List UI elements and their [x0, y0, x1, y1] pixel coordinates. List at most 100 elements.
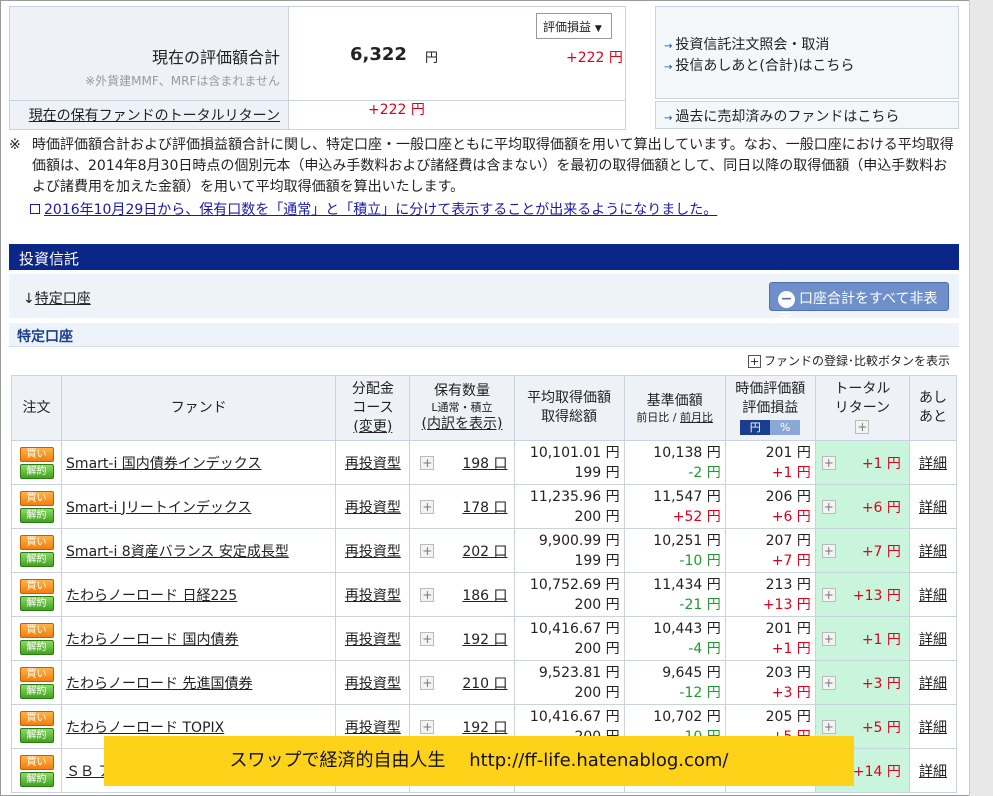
detail-link[interactable]: 詳細 — [919, 588, 947, 604]
course-change-link[interactable]: (変更) — [336, 418, 409, 437]
sell-button[interactable]: 解約 — [19, 551, 54, 567]
buy-button[interactable]: 買い — [19, 666, 54, 682]
valuation-summary: 現在の評価額合計 ※外貨建MMF、MRFは含まれません 6,322 円 評価損益… — [9, 6, 626, 130]
tokutei-account-link[interactable]: ↓特定口座 — [23, 288, 91, 308]
fund-name-link[interactable]: たわらノーロード 国内債券 — [66, 632, 238, 648]
fund-name-link[interactable]: Smart-i Jリートインデックス — [66, 500, 251, 516]
sold-funds-box: → 過去に売却済みのファンドはこちら — [655, 101, 959, 129]
total-return-cell: + +3 円 — [814, 660, 910, 705]
sell-button[interactable]: 解約 — [19, 595, 54, 611]
detail-link[interactable]: 詳細 — [919, 676, 947, 692]
expand-return-icon[interactable]: + — [821, 499, 836, 514]
table-row: 買い 解約 たわらノーロード 日経225 再投資型 +186 口 10,752.… — [10, 572, 958, 617]
display-change-link[interactable]: 2016年10月29日から、保有口数を「通常」と「積立」に分けて表示することが出… — [30, 199, 717, 219]
buy-button[interactable]: 買い — [19, 622, 54, 638]
valuation-type-select[interactable]: 評価損益 ▼ — [536, 13, 612, 39]
sell-button[interactable]: 解約 — [19, 683, 54, 699]
course-link[interactable]: 再投資型 — [345, 456, 401, 472]
fund-name-link[interactable]: たわらノーロード 日経225 — [66, 588, 237, 604]
expand-total-return-icon[interactable]: + — [855, 419, 870, 434]
course-link[interactable]: 再投資型 — [345, 632, 401, 648]
course-link[interactable]: 再投資型 — [345, 676, 401, 692]
course-link[interactable]: 再投資型 — [345, 544, 401, 560]
note-mark: ※ — [9, 137, 21, 153]
fund-compare-toggle[interactable]: + ファンドの登録･比較ボタンを表示 — [748, 352, 950, 369]
quantity-link[interactable]: 186 口 — [462, 585, 507, 605]
vertical-scrollbar[interactable] — [969, 0, 993, 796]
expand-return-icon[interactable]: + — [821, 719, 836, 734]
fund-name-link[interactable]: たわらノーロード 先進国債券 — [66, 676, 252, 692]
detail-link[interactable]: 詳細 — [919, 720, 947, 736]
note-text: 時価評価額合計および評価損益額合計に関し、特定口座・一般口座ともに平均取得価額を… — [32, 137, 954, 195]
hide-all-totals-button[interactable]: − 口座合計をすべて非表示 — [769, 282, 949, 327]
fund-name-link[interactable]: Smart-i 8資産バランス 安定成長型 — [66, 544, 289, 560]
total-return-label[interactable]: 現在の保有ファンドのトータルリターン — [29, 105, 280, 125]
total-return-cell: + +6 円 — [814, 484, 910, 529]
quantity-cell: +210 口 — [409, 660, 515, 705]
buy-button[interactable]: 買い — [19, 446, 54, 462]
quantity-link[interactable]: 178 口 — [462, 497, 507, 517]
unit-percent-tab[interactable]: % — [770, 419, 801, 435]
buy-button[interactable]: 買い — [19, 710, 54, 726]
watermark-banner: スワップで経済的自由人生 http://ff-life.hatenablog.c… — [104, 736, 854, 786]
sell-button[interactable]: 解約 — [19, 727, 54, 743]
holdings-table: 注文 ファンド 分配金 コース (変更) 保有数量 L通常・積立 (内訳を表示)… — [10, 375, 958, 793]
expand-return-icon[interactable]: + — [821, 587, 836, 602]
expand-return-icon[interactable]: + — [821, 455, 836, 470]
price-change: -12 円 — [679, 684, 721, 701]
expand-quantity-icon[interactable]: + — [420, 543, 435, 558]
course-link[interactable]: 再投資型 — [345, 720, 401, 736]
quantity-link[interactable]: 210 口 — [462, 673, 507, 693]
expand-quantity-icon[interactable]: + — [420, 719, 435, 734]
chevron-down-icon: ▼ — [594, 24, 602, 34]
order-inquiry-link[interactable]: → 投資信託注文照会・取消 — [664, 34, 829, 54]
buy-button[interactable]: 買い — [19, 578, 54, 594]
sell-button[interactable]: 解約 — [19, 463, 54, 479]
expand-return-icon[interactable]: + — [821, 675, 836, 690]
course-link[interactable]: 再投資型 — [345, 500, 401, 516]
total-return-cell: + +1 円 — [814, 440, 910, 485]
fund-name-link[interactable]: たわらノーロード TOPIX — [66, 720, 224, 736]
quantity-link[interactable]: 192 口 — [462, 629, 507, 649]
sold-funds-link[interactable]: → 過去に売却済みのファンドはこちら — [664, 106, 899, 126]
detail-link[interactable]: 詳細 — [919, 500, 947, 516]
fund-cell: たわらノーロード 日経225 — [61, 572, 337, 617]
quantity-link[interactable]: 202 口 — [462, 541, 507, 561]
detail-link[interactable]: 詳細 — [919, 632, 947, 648]
price-change: -21 円 — [679, 596, 721, 613]
table-row: 買い 解約 Smart-i 国内債券インデックス 再投資型 +198 口 10,… — [10, 440, 958, 485]
base-price: 10,443 円 — [653, 620, 721, 637]
table-row: 買い 解約 Smart-i 8資産バランス 安定成長型 再投資型 +202 口 … — [10, 528, 958, 573]
detail-link[interactable]: 詳細 — [919, 456, 947, 472]
expand-quantity-icon[interactable]: + — [420, 675, 435, 690]
arrow-down-icon: ↓ — [23, 291, 35, 307]
footprint-total-link[interactable]: → 投信あしあと(合計)はこちら — [664, 55, 854, 75]
section-title: 投資信託 — [9, 244, 959, 270]
expand-quantity-icon[interactable]: + — [420, 587, 435, 602]
expand-quantity-icon[interactable]: + — [420, 631, 435, 646]
unit-toggle[interactable]: 円% — [740, 419, 801, 435]
sort-prev-day[interactable]: 前日比 — [636, 411, 669, 424]
course-cell: 再投資型 — [335, 440, 411, 485]
expand-quantity-icon[interactable]: + — [420, 499, 435, 514]
sell-button[interactable]: 解約 — [19, 771, 54, 787]
quantity-link[interactable]: 192 口 — [462, 717, 507, 737]
order-cell: 買い 解約 — [10, 484, 63, 529]
detail-link[interactable]: 詳細 — [919, 764, 947, 780]
fund-name-link[interactable]: Smart-i 国内債券インデックス — [66, 456, 261, 472]
expand-return-icon[interactable]: + — [821, 543, 836, 558]
buy-button[interactable]: 買い — [19, 490, 54, 506]
plus-icon: + — [748, 355, 761, 368]
buy-button[interactable]: 買い — [19, 754, 54, 770]
course-link[interactable]: 再投資型 — [345, 588, 401, 604]
expand-quantity-icon[interactable]: + — [420, 455, 435, 470]
detail-link[interactable]: 詳細 — [919, 544, 947, 560]
unit-yen-tab[interactable]: 円 — [740, 419, 771, 435]
sort-prev-month[interactable]: 前月比 — [680, 411, 713, 424]
sell-button[interactable]: 解約 — [19, 507, 54, 523]
buy-button[interactable]: 買い — [19, 534, 54, 550]
show-breakdown-link[interactable]: (内訳を表示) — [410, 415, 513, 434]
expand-return-icon[interactable]: + — [821, 631, 836, 646]
sell-button[interactable]: 解約 — [19, 639, 54, 655]
quantity-link[interactable]: 198 口 — [462, 453, 507, 473]
